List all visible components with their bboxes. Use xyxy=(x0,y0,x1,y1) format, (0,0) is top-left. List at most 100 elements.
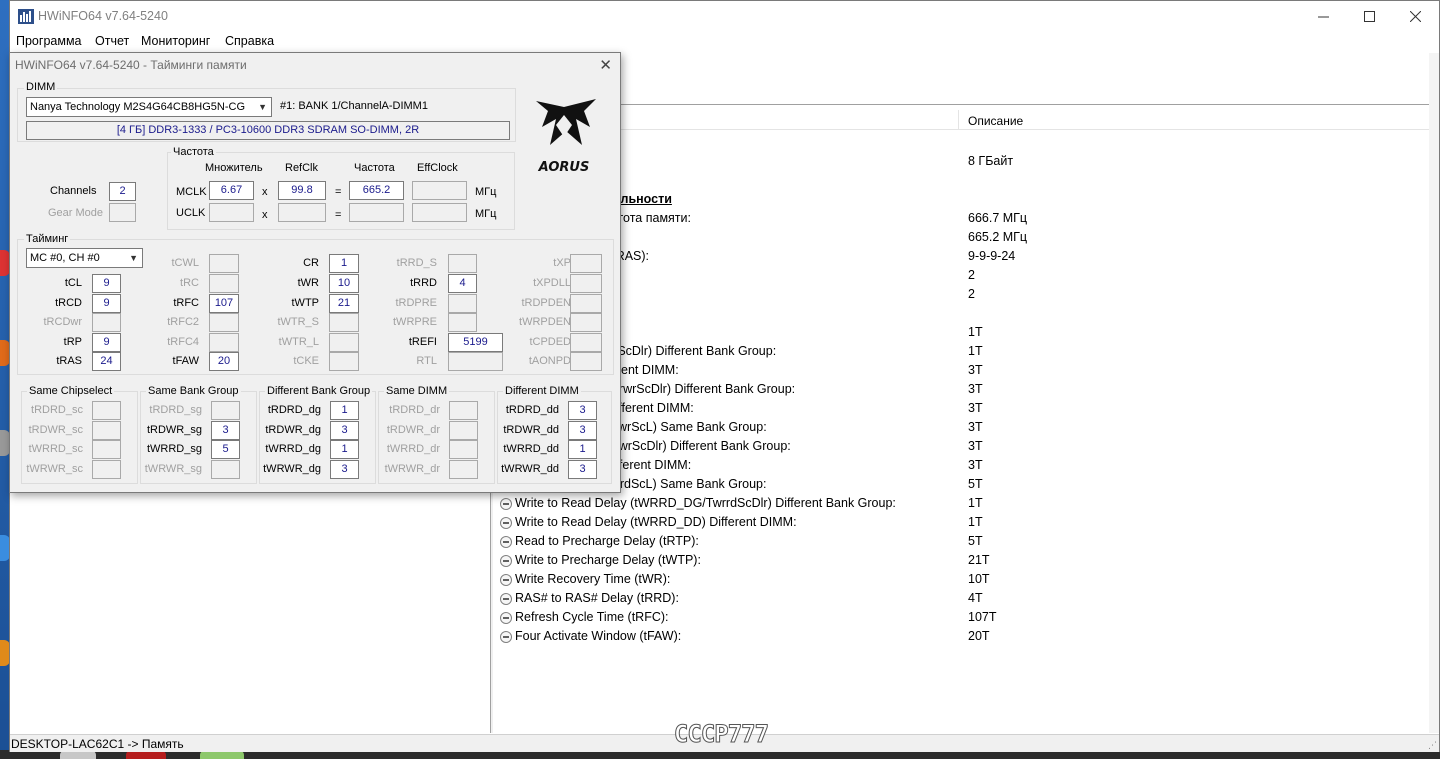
close-icon xyxy=(1409,11,1421,22)
mclk-effclock xyxy=(412,181,467,200)
timing-value-twrwr_dd: 3 xyxy=(568,460,597,479)
uclk-refclk xyxy=(278,203,326,222)
list-item[interactable]: Four Activate Window (tFAW): 20T xyxy=(494,627,1429,646)
list-item[interactable]: (tRDRD_DD) Different DIMM:3T xyxy=(494,361,1429,380)
timing-value-twr: 10 xyxy=(329,274,359,293)
list-item-value: 9-9-9-24 xyxy=(968,249,1016,263)
taskbar-icon[interactable] xyxy=(200,751,244,759)
watermark-text: CCCP777 xyxy=(673,720,769,748)
timing-value-txpdll xyxy=(570,274,602,293)
dimm-module-value: Nanya Technology M2S4G64CB8HG5N-CG xyxy=(30,101,246,113)
timing-label-twrwr_sc: tWRWR_sc xyxy=(26,463,83,475)
list-item-name: Write to Read Delay (tWRRD_DG/TwrrdScDlr… xyxy=(515,496,896,510)
memory-controller-select[interactable]: MC #0, CH #0 ▼ xyxy=(26,248,143,268)
resize-grip-icon[interactable]: ⋰ xyxy=(1428,740,1437,751)
timing-label-trdwr_sg: tRDWR_sg xyxy=(146,424,202,436)
dimm-module-select[interactable]: Nanya Technology M2S4G64CB8HG5N-CG ▼ xyxy=(26,97,272,117)
gear-mode-value xyxy=(109,203,136,222)
timing-value-tcl: 9 xyxy=(92,274,121,293)
timing-value-trdrd_dr xyxy=(449,401,478,420)
vertical-scrollbar[interactable] xyxy=(1429,53,1439,733)
menu-help[interactable]: Справка xyxy=(225,34,274,48)
column-separator[interactable] xyxy=(958,110,959,130)
list-item-name: Refresh Cycle Time (tRFC): xyxy=(515,610,669,624)
list-item[interactable]: Write to Read Delay (tWRRD_DD) Different… xyxy=(494,513,1429,532)
menu-program[interactable]: Программа xyxy=(16,34,82,48)
mclk-equals: = xyxy=(335,186,342,198)
list-item[interactable]: Write to Precharge Delay (tWTP): 21T xyxy=(494,551,1429,570)
timing-group-label: Тайминг xyxy=(24,233,71,245)
menu-report[interactable]: Отчет xyxy=(95,34,129,48)
list-item[interactable]: RAS# to RAS# Delay (tRRD): 4T xyxy=(494,589,1429,608)
timing-label-trdpre: tRDPRE xyxy=(395,297,437,309)
list-item[interactable]: y (tWRWR_DG/TwrwrScDlr) Different Bank G… xyxy=(494,380,1429,399)
list-item[interactable]: Refresh Cycle Time (tRFC): 107T xyxy=(494,608,1429,627)
menu-monitoring[interactable]: Мониторинг xyxy=(141,34,210,48)
list-item[interactable]: y (tWRRD_SG/TwrrdScL) Same Bank Group: 5T xyxy=(494,475,1429,494)
hwinfo-app-icon xyxy=(18,9,34,24)
timing-label-twrpden: tWRPDEN xyxy=(519,316,571,328)
dialog-close-icon[interactable]: ✕ xyxy=(599,56,612,74)
list-item-value: 2 xyxy=(968,287,975,301)
list-item[interactable]: ть (CR):1T xyxy=(494,323,1429,342)
list-section-header[interactable]: йки производительности xyxy=(494,190,1429,209)
list-item[interactable]: амяти:665.2 МГц xyxy=(494,228,1429,247)
list-item[interactable]: амяти:2 xyxy=(494,285,1429,304)
minimize-button[interactable] xyxy=(1300,1,1346,32)
list-item-value: 5T xyxy=(968,534,983,548)
svg-text:CCCP777: CCCP777 xyxy=(674,720,768,748)
timing-label-trefi: tREFI xyxy=(408,336,437,348)
timing-value-twrrd_sc xyxy=(92,440,121,459)
timing-label-trdwr_sc: tRDWR_sc xyxy=(28,424,83,436)
timing-subgroup-title: Same Bank Group xyxy=(146,385,241,397)
details-pane: Описание ациямяти:8 ГБайт йки производите… xyxy=(494,53,1439,733)
timing-value-trcd: 9 xyxy=(92,294,121,313)
timing-value-trdwr_dg: 3 xyxy=(330,421,359,440)
timing-label-txp: tXP xyxy=(553,257,571,269)
timing-value-twrwr_dr xyxy=(449,460,478,479)
list-item[interactable]: y (tRDWR_DD) Different DIMM:3T xyxy=(494,456,1429,475)
timing-label-trcd: tRCD xyxy=(55,297,82,309)
minus-circle-icon xyxy=(500,536,512,548)
list-section-header[interactable]: ация xyxy=(494,133,1429,152)
list-item-name: Read to Precharge Delay (tRTP): xyxy=(515,534,699,548)
list-item[interactable]: мяти:8 ГБайт xyxy=(494,152,1429,171)
timing-value-trc xyxy=(209,274,239,293)
freq-col-frequency: Частота xyxy=(354,162,395,174)
timing-label-tcpded: tCPDED xyxy=(529,336,571,348)
list-item[interactable]: y (tRDWR_DG/TrdwrScDlr) Different Bank G… xyxy=(494,437,1429,456)
aorus-logo: AORUS xyxy=(536,99,596,175)
list-item-value: 3T xyxy=(968,420,983,434)
timing-label-trfc4: tRFC4 xyxy=(167,336,199,348)
list-item[interactable]: (tCAS-tRCD-tRP-tRAS):9-9-9-24 xyxy=(494,247,1429,266)
list-item-value: 666.7 МГц xyxy=(968,211,1028,225)
list-item-value: 665.2 МГц xyxy=(968,230,1028,244)
column-description-header[interactable]: Описание xyxy=(968,114,1023,128)
timing-label-tras: tRAS xyxy=(56,355,82,367)
timing-label-twrpre: tWRPRE xyxy=(393,316,437,328)
close-button[interactable] xyxy=(1392,1,1438,32)
list-item[interactable]: Write to Read Delay (tWRRD_DG/TwrrdScDlr… xyxy=(494,494,1429,513)
timing-value-trdwr_sc xyxy=(92,421,121,440)
maximize-button[interactable] xyxy=(1346,1,1392,32)
timing-label-twrwr_sg: tWRWR_sg xyxy=(144,463,202,475)
timing-value-twrrd_dg: 1 xyxy=(330,440,359,459)
list-item[interactable]: y (tRDWR_SG/TrdwrScL) Same Bank Group: 3T xyxy=(494,418,1429,437)
taskbar-icon[interactable] xyxy=(60,751,96,759)
list-item[interactable]: Read to Precharge Delay (tRTP): 5T xyxy=(494,532,1429,551)
list-item-value: 3T xyxy=(968,382,983,396)
timing-value-tcpded xyxy=(570,333,602,352)
list-item[interactable]: Write Recovery Time (tWR): 10T xyxy=(494,570,1429,589)
timing-value-trrd_s xyxy=(448,254,477,273)
list-item[interactable]: (tRDRD_DG/TrdrdScDlr) Different Bank Gro… xyxy=(494,342,1429,361)
timing-value-twrrd_dr xyxy=(449,440,478,459)
list-item[interactable]: каналы памяти:2 xyxy=(494,266,1429,285)
list-item[interactable]: y (tWRWR_DD) Different DIMM:3T xyxy=(494,399,1429,418)
timing-value-twrwr_sg xyxy=(211,460,240,479)
taskbar-icon[interactable] xyxy=(126,751,166,759)
timing-label-trdrd_dr: tRDRD_dr xyxy=(389,404,440,416)
timing-value-trfc4 xyxy=(209,333,239,352)
timing-value-twrrd_sg: 5 xyxy=(211,440,240,459)
list-item[interactable]: держиваемая частота памяти:666.7 МГц xyxy=(494,209,1429,228)
timing-value-cr: 1 xyxy=(329,254,359,273)
